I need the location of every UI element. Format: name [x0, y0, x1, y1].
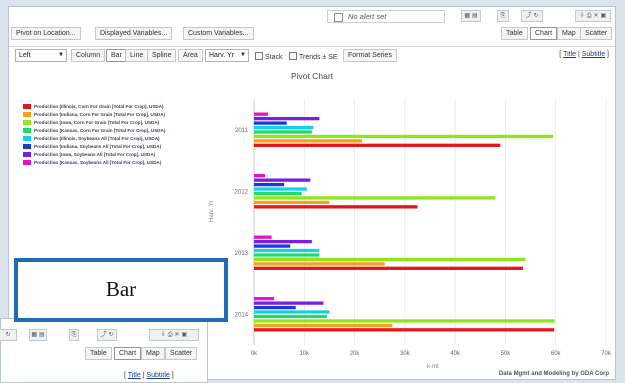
bar	[254, 191, 302, 196]
y-tick-label: 2013	[235, 251, 249, 257]
bar	[254, 248, 320, 253]
bar	[254, 112, 269, 116]
bar	[254, 262, 385, 266]
bar	[254, 143, 501, 147]
overlay-tab-scatter[interactable]: Scatter	[165, 347, 198, 360]
x-tick-label: 50k	[501, 351, 512, 357]
overlay-title-links: [ Title | Subtitle ]	[124, 372, 174, 379]
y-tick-label: 2011	[235, 128, 249, 134]
overlay-panel: ↻ ▦ ▤ ⎘ ⤴ ↻ ⇩ ⎙ ✕ ▣ Table Chart Map Scat…	[0, 318, 208, 383]
callout-label: Bar	[105, 277, 137, 301]
bar	[254, 125, 314, 130]
x-tick-label: 10k	[299, 351, 310, 357]
bar	[254, 305, 296, 310]
bar	[254, 301, 324, 305]
table-icon[interactable]: ▦ ▤	[29, 329, 47, 341]
bar	[254, 196, 496, 200]
bar	[254, 297, 275, 301]
x-tick-label: 20k	[350, 351, 361, 357]
export-icon[interactable]: ⇩ ⎙ ✕ ▣	[149, 329, 199, 341]
link-icon[interactable]: ⤴ ↻	[97, 329, 117, 341]
bar	[254, 174, 266, 178]
refresh-icon[interactable]: ↻	[0, 329, 17, 341]
x-tick-label: 40k	[450, 351, 461, 357]
bar	[254, 182, 285, 187]
x-tick-label: 70k	[601, 351, 612, 357]
bar	[254, 239, 312, 244]
bar	[254, 314, 327, 319]
overlay-subtitle-link[interactable]: Subtitle	[146, 372, 169, 379]
bar	[254, 257, 526, 262]
x-axis-label: k-mt	[427, 364, 439, 370]
overlay-tab-table[interactable]: Table	[85, 347, 112, 360]
y-tick-label: 2014	[235, 312, 249, 318]
x-tick-label: 30k	[400, 351, 411, 357]
bar	[254, 178, 311, 182]
bar-callout: Bar	[14, 258, 228, 322]
bar	[254, 253, 320, 257]
bar	[254, 319, 555, 323]
bar	[254, 121, 287, 125]
bar	[254, 235, 272, 239]
copy-icon[interactable]: ⎘	[69, 329, 79, 341]
bar	[254, 328, 555, 332]
bar	[254, 130, 312, 134]
x-tick-label: 0k	[251, 351, 258, 357]
y-tick-label: 2012	[235, 189, 249, 195]
bar	[254, 134, 554, 139]
overlay-tab-map[interactable]: Map	[141, 347, 165, 360]
y-axis-label: Harv. Yr	[209, 200, 215, 222]
bar	[254, 310, 330, 314]
bar	[254, 266, 524, 270]
chart-credit: Data Mgmt and Modeling by GDA Corp	[498, 371, 609, 377]
bar	[254, 187, 307, 191]
bar	[254, 323, 393, 328]
overlay-tab-chart[interactable]: Chart	[114, 347, 142, 360]
bar	[254, 205, 418, 209]
x-tick-label: 60k	[551, 351, 562, 357]
overlay-title-link[interactable]: Title	[128, 372, 141, 379]
bar	[254, 244, 291, 248]
bar	[254, 116, 320, 121]
bar	[254, 139, 363, 143]
bar	[254, 200, 330, 205]
